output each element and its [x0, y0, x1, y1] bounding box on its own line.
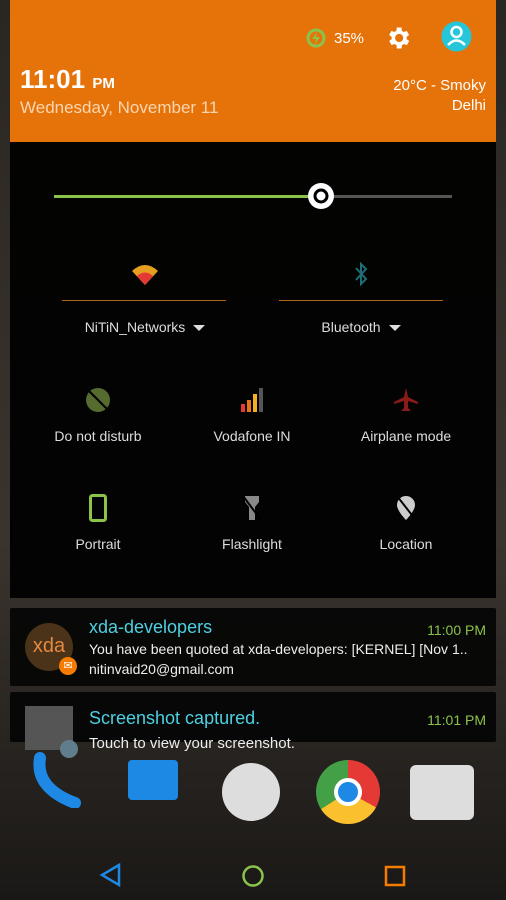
notification-time: 11:00 PM	[427, 622, 486, 638]
brightness-thumb[interactable]	[307, 183, 334, 209]
chevron-down-icon	[388, 325, 401, 332]
tile-label: Airplane mode	[360, 428, 452, 444]
app-drawer-icon[interactable]	[222, 763, 280, 821]
tile-flashlight[interactable]: Flashlight	[175, 490, 329, 552]
weather-city: Delhi	[451, 97, 486, 114]
notification-time: 11:01 PM	[427, 712, 486, 728]
recents-icon[interactable]	[384, 865, 406, 887]
signal-icon	[241, 388, 263, 412]
notification-xda[interactable]: xda ✉ xda-developers 11:00 PM You have b…	[10, 608, 496, 686]
camera-app-icon[interactable]	[410, 765, 474, 820]
tile-label: Portrait	[75, 536, 121, 552]
bluetooth-dropdown[interactable]: Bluetooth	[284, 319, 438, 335]
wifi-divider	[62, 300, 226, 301]
tile-label: Vodafone IN	[213, 428, 291, 444]
tile-label: Do not disturb	[54, 428, 142, 444]
wifi-icon	[132, 265, 158, 285]
clock-time: 11:01	[20, 64, 86, 94]
battery-charging-icon	[306, 28, 326, 48]
notification-screenshot[interactable]: Screenshot captured. 11:01 PM Touch to v…	[10, 692, 496, 758]
tile-rotation[interactable]: Portrait	[21, 490, 175, 552]
notification-account: nitinvaid20@gmail.com	[89, 661, 234, 677]
messaging-app-icon[interactable]	[128, 760, 178, 800]
tile-wifi[interactable]	[68, 256, 222, 302]
bluetooth-icon	[355, 262, 368, 286]
notification-title: xda-developers	[89, 617, 213, 637]
weather[interactable]: 20°C - Smoky Delhi	[393, 76, 486, 116]
wifi-dropdown[interactable]: NiTiN_Networks	[68, 319, 222, 335]
brightness-fill	[54, 195, 321, 198]
tile-label: Bluetooth	[321, 319, 381, 335]
clock-ampm: PM	[92, 75, 115, 92]
flashlight-icon	[243, 495, 261, 521]
gmail-badge-icon: ✉	[59, 657, 77, 675]
tile-label: NiTiN_Networks	[84, 319, 186, 335]
tile-airplane[interactable]: Airplane mode	[329, 382, 483, 444]
date[interactable]: Wednesday, November 11	[20, 98, 218, 118]
tile-dnd[interactable]: Do not disturb	[21, 382, 175, 444]
home-icon[interactable]	[241, 864, 265, 888]
notification-title: Screenshot captured.	[89, 708, 261, 728]
airplane-icon	[394, 388, 418, 411]
settings-gear-icon[interactable]	[384, 24, 412, 52]
tile-location[interactable]: Location	[329, 490, 483, 552]
battery-percent: 35%	[334, 29, 365, 47]
battery-indicator: 35%	[306, 28, 364, 48]
dnd-icon	[86, 388, 110, 412]
phone-app-icon[interactable]	[30, 748, 90, 808]
tile-bluetooth[interactable]	[284, 256, 438, 302]
bluetooth-divider	[279, 300, 443, 301]
chrome-app-icon[interactable]	[316, 760, 380, 824]
brightness-icon	[313, 188, 329, 204]
portrait-icon	[89, 494, 107, 522]
tile-label: Location	[379, 536, 433, 552]
tile-label: Flashlight	[222, 536, 282, 552]
clock[interactable]: 11:01 PM	[20, 64, 115, 95]
location-icon	[396, 495, 416, 520]
tile-mobile-data[interactable]: Vodafone IN	[175, 382, 329, 444]
notification-text: Touch to view your screenshot.	[89, 735, 295, 752]
user-avatar-icon[interactable]	[441, 21, 472, 52]
back-icon[interactable]	[98, 862, 124, 888]
chevron-down-icon	[193, 325, 206, 332]
notification-text: You have been quoted at xda-developers: …	[89, 641, 468, 657]
weather-condition: 20°C - Smoky	[393, 77, 486, 94]
